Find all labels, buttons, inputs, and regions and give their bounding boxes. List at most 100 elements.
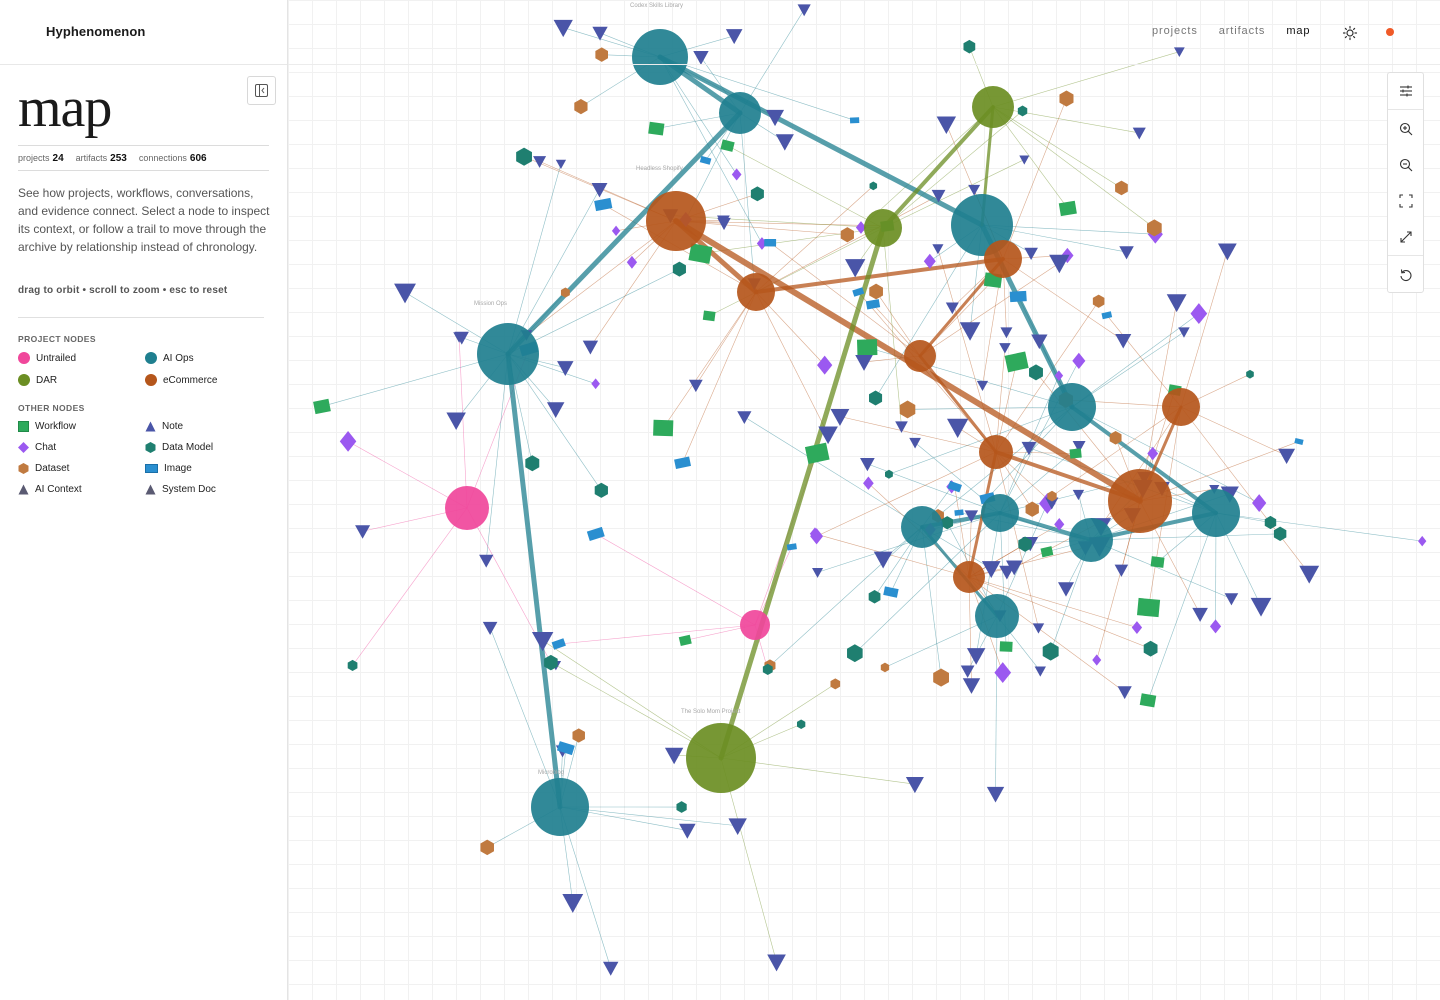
artifact-node[interactable] [909,437,921,449]
artifact-node[interactable] [1004,351,1029,373]
legend-dar[interactable]: DAR [18,374,57,386]
artifact-node[interactable] [731,168,742,181]
project-node[interactable] [901,506,943,548]
theme-toggle-button[interactable] [1342,25,1358,41]
artifact-node[interactable] [672,261,686,277]
artifact-node[interactable] [653,419,674,437]
project-node[interactable] [979,435,1013,469]
artifact-node[interactable] [936,116,957,135]
artifact-node[interactable] [954,509,964,516]
project-node[interactable] [984,240,1022,278]
artifact-node[interactable] [1119,246,1134,260]
legend-ai-ops[interactable]: AI Ops [145,352,194,364]
artifact-node[interactable] [737,411,752,425]
artifact-node[interactable] [1250,597,1272,617]
expand-button[interactable] [1388,219,1423,255]
artifact-node[interactable] [676,801,687,813]
project-node[interactable] [981,494,1019,532]
artifact-node[interactable] [1009,290,1027,303]
artifact-node[interactable] [648,121,665,136]
zoom-in-button[interactable] [1388,111,1423,147]
artifact-node[interactable] [693,51,709,65]
artifact-node[interactable] [531,631,554,652]
artifact-node[interactable] [847,644,863,663]
artifact-node[interactable] [863,476,874,490]
artifact-node[interactable] [556,741,575,756]
artifact-node[interactable] [533,156,547,168]
artifact-node[interactable] [1092,294,1105,308]
artifact-node[interactable] [562,894,584,913]
artifact-node[interactable] [1178,327,1190,338]
artifact-node[interactable] [1273,526,1287,541]
artifact-node[interactable] [702,310,716,322]
artifact-node[interactable] [1017,105,1028,117]
artifact-node[interactable] [553,19,573,38]
artifact-node[interactable] [946,418,969,439]
project-node[interactable] [737,273,775,311]
project-node[interactable] [953,561,985,593]
artifact-node[interactable] [764,239,777,247]
project-node[interactable] [686,723,756,793]
legend-image[interactable]: Image [145,463,192,474]
artifact-node[interactable] [1115,180,1128,196]
project-node[interactable] [864,209,902,247]
legend-ai-context[interactable]: AI Context [18,484,82,495]
project-node[interactable] [531,778,589,836]
reset-view-button[interactable] [1388,257,1423,293]
artifact-node[interactable] [582,340,599,355]
project-node[interactable] [646,191,706,251]
legend-data-model[interactable]: Data Model [145,442,213,453]
artifact-node[interactable] [1173,47,1185,58]
artifact-node[interactable] [817,355,833,375]
brand-logo[interactable]: Hyphenomenon [46,24,145,39]
artifact-node[interactable] [994,662,1012,684]
artifact-node[interactable] [347,659,358,672]
artifact-node[interactable] [313,398,331,415]
legend-system-doc[interactable]: System Doc [145,484,216,495]
artifact-node[interactable] [899,400,916,419]
artifact-node[interactable] [1069,448,1082,459]
artifact-node[interactable] [479,554,494,568]
artifact-node[interactable] [355,525,371,539]
artifact-node[interactable] [1049,254,1070,274]
artifact-node[interactable] [840,227,854,243]
artifact-node[interactable] [1217,243,1237,261]
artifact-node[interactable] [594,482,608,498]
artifact-node[interactable] [586,526,605,541]
artifact-node[interactable] [1021,441,1037,456]
artifact-node[interactable] [602,961,619,976]
artifact-node[interactable] [679,823,696,839]
artifact-node[interactable] [1131,621,1143,634]
artifact-node[interactable] [883,586,899,598]
artifact-node[interactable] [1040,546,1054,558]
artifact-node[interactable] [1019,155,1030,165]
artifact-node[interactable] [678,634,692,647]
artifact-node[interactable] [611,225,621,237]
artifact-node[interactable] [986,786,1005,803]
artifact-node[interactable] [1190,303,1208,325]
artifact-node[interactable] [551,638,566,650]
artifact-node[interactable] [856,339,878,356]
artifact-node[interactable] [595,47,609,62]
legend-dataset[interactable]: Dataset [18,463,69,474]
legend-chat[interactable]: Chat [18,442,56,453]
artifact-node[interactable] [962,678,981,694]
legend-ecommerce[interactable]: eCommerce [145,374,217,386]
artifact-node[interactable] [966,648,986,665]
artifact-node[interactable] [750,186,764,202]
artifact-node[interactable] [830,408,850,426]
project-node[interactable] [445,486,489,530]
project-node[interactable] [1162,388,1200,426]
artifact-node[interactable] [664,747,684,765]
graph-canvas[interactable]: Codex Skills Library Headless Shopify Mi… [288,0,1440,1000]
artifact-node[interactable] [1150,556,1165,568]
artifact-node[interactable] [674,456,692,469]
nav-artifacts[interactable]: artifacts [1219,25,1266,37]
legend-untrailed[interactable]: Untrailed [18,352,76,364]
artifact-node[interactable] [933,668,950,687]
artifact-node[interactable] [1032,623,1045,634]
artifact-node[interactable] [1294,437,1304,445]
artifact-node[interactable] [812,567,824,578]
artifact-node[interactable] [869,181,878,191]
artifact-node[interactable] [482,621,498,635]
